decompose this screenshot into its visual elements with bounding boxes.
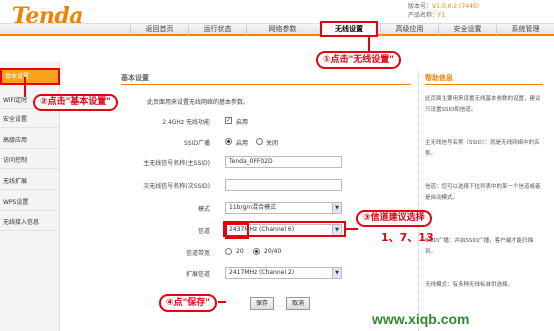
- version-label: 版本号: [408, 3, 427, 10]
- version-value: V1.0.0.2 (7445): [432, 3, 479, 10]
- main-nav: 返回首页 运行状态 网络参数 无线设置 高级应用 安全设置 系统管理: [0, 21, 554, 37]
- help-panel: 帮助信息 此页面主要用来设置无线基本参数的设置，建议只设置SSID和信道。 主无…: [418, 70, 546, 331]
- wifi-enable-text: 启用: [236, 119, 249, 126]
- tab-status[interactable]: 运行状态: [188, 24, 246, 35]
- channel-label: 信道: [197, 228, 210, 235]
- version-info: 版本号：V1.0.0.2 (7445) 产品名称：F1: [408, 3, 479, 19]
- step4-callout: ④点"保存": [159, 294, 217, 312]
- step2-callout: ②点击"基本设置": [33, 94, 118, 111]
- step1-connector: [368, 37, 370, 52]
- page-title: 基本设置: [121, 74, 149, 82]
- bandwidth-20-text: 20: [236, 248, 244, 255]
- ext-channel-label: 扩展信道: [185, 271, 210, 278]
- ext-channel-select-value: 2417MHz (Channel 2): [229, 269, 295, 276]
- mode-select[interactable]: 11b/g/n混合模式 ▼: [225, 202, 342, 214]
- step3-callout: ③信道建议选择: [356, 210, 432, 227]
- sidebar-item-wireless-extend[interactable]: 无线扩展: [0, 173, 60, 190]
- ssid-broadcast-on-radio[interactable]: [225, 138, 232, 145]
- tab-security[interactable]: 安全设置: [438, 24, 496, 35]
- sidebar-item-access-control[interactable]: 访问控制: [0, 152, 60, 169]
- wifi-enable-label: 2.4GHz 无线功能: [162, 119, 210, 126]
- bandwidth-20-radio[interactable]: [225, 248, 232, 255]
- ssid-broadcast-label: SSID广播: [183, 140, 210, 147]
- ssid-broadcast-off-radio[interactable]: [256, 138, 263, 145]
- title-divider: [121, 84, 411, 85]
- ssid-broadcast-off-text: 关闭: [266, 140, 279, 147]
- tab-home[interactable]: 返回首页: [130, 24, 188, 35]
- sidebar-item-wps[interactable]: WPS设置: [0, 194, 60, 211]
- help-paragraph: 此页面主要用来设置无线基本参数的设置，建议只设置SSID和信道。: [425, 96, 541, 113]
- help-paragraph: 主无线信号名称（SSID）：就是无线网络中的名称。: [425, 140, 540, 157]
- sidebar-item-advanced[interactable]: 高级应用: [0, 132, 60, 149]
- bandwidth-label: 信道带宽: [185, 250, 210, 257]
- step2-connector: [24, 77, 26, 97]
- channel-highlight-box: [223, 221, 346, 237]
- step3-connector: [346, 228, 358, 230]
- sidebar-item-security[interactable]: 安全设置: [0, 111, 60, 128]
- help-paragraph: SSID广播：并启SSID广播，客户端才能扫描到。: [425, 238, 534, 255]
- recommended-channels: 1、7、13: [381, 231, 434, 244]
- save-button[interactable]: 保存: [250, 297, 274, 310]
- cancel-button[interactable]: 取消: [286, 297, 310, 310]
- step4-connector: [218, 301, 226, 303]
- mode-select-value: 11b/g/n混合模式: [229, 204, 277, 211]
- basic-settings-panel: 基本设置 此页面用来设置无线网络的基本参数。 2.4GHz 无线功能 ✓ 启用 …: [115, 70, 415, 331]
- ssid-input[interactable]: Tenda_0FF02D: [225, 156, 342, 168]
- chevron-down-icon: ▼: [332, 203, 341, 213]
- ssid-broadcast-on-text: 启用: [236, 140, 249, 147]
- help-paragraph: 无线模式：有多种无线标准供选择。: [425, 282, 514, 288]
- chevron-down-icon: ▼: [332, 268, 341, 278]
- ssid-label: 主无线信号名称(主SSID): [143, 160, 210, 167]
- sidebar-item-basic[interactable]: 基本设置: [0, 68, 60, 85]
- bandwidth-2040-radio[interactable]: [253, 248, 260, 255]
- help-paragraph: 信道：您可以选择下拉列表中的某一个信道或者是自动模式。: [425, 184, 541, 201]
- help-title: 帮助信息: [425, 74, 453, 82]
- ext-channel-select[interactable]: 2417MHz (Channel 2) ▼: [225, 267, 342, 279]
- ssid2-label: 次无线信号名称(次SSID): [143, 183, 210, 190]
- sidebar-item-client-list[interactable]: 无线接入信息: [0, 214, 60, 231]
- tab-wireless[interactable]: 无线设置: [320, 21, 378, 37]
- tab-network[interactable]: 网络参数: [246, 24, 318, 35]
- tab-system[interactable]: 系统管理: [496, 24, 554, 35]
- product-value: F1: [438, 12, 446, 19]
- product-label: 产品名称: [408, 12, 433, 19]
- bandwidth-2040-text: 20/40: [264, 248, 282, 255]
- page-description: 此页面用来设置无线网络的基本参数。: [147, 99, 250, 106]
- step1-callout: ①点击"无线设置": [316, 51, 401, 69]
- tab-advanced[interactable]: 高级应用: [380, 24, 438, 35]
- mode-label: 模式: [197, 206, 210, 213]
- help-divider: [425, 84, 543, 85]
- wifi-enable-checkbox[interactable]: ✓: [225, 117, 232, 124]
- ssid2-input[interactable]: [225, 179, 342, 191]
- watermark: www.xiqb.com: [372, 311, 470, 327]
